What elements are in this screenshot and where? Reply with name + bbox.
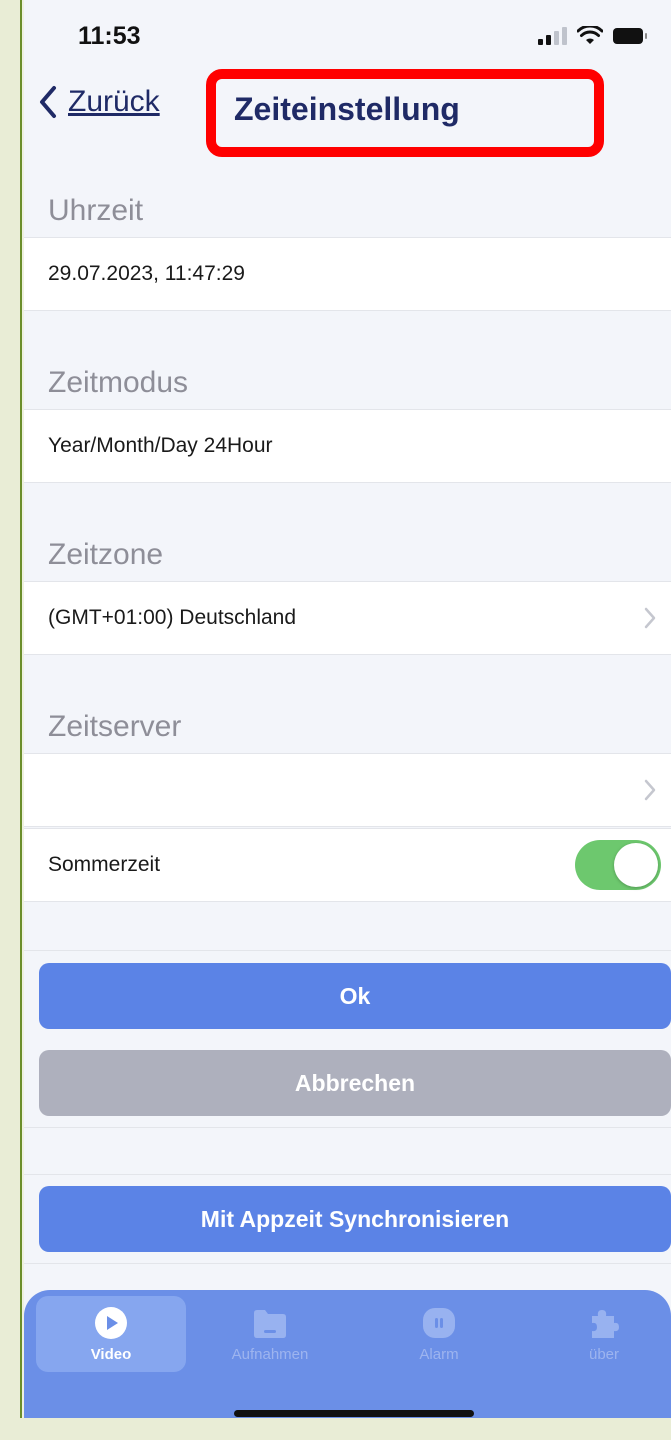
section-header-zeitmodus: Zeitmodus bbox=[48, 366, 189, 399]
zeitmodus-value: Year/Month/Day 24Hour bbox=[48, 434, 273, 457]
sommerzeit-row: Sommerzeit bbox=[24, 828, 671, 902]
divider bbox=[24, 1127, 671, 1128]
ok-button[interactable]: Ok bbox=[39, 963, 671, 1029]
puzzle-icon bbox=[592, 1310, 619, 1338]
nav-bar: Zurück Zeiteinstellung bbox=[24, 69, 671, 157]
uhrzeit-value: 29.07.2023, 11:47:29 bbox=[48, 262, 245, 285]
sync-app-time-button[interactable]: Mit Appzeit Synchronisieren bbox=[39, 1186, 671, 1252]
back-label: Zurück bbox=[68, 85, 160, 118]
cancel-button[interactable]: Abbrechen bbox=[39, 1050, 671, 1116]
tab-video[interactable]: Video bbox=[36, 1296, 186, 1372]
phone-screen: 11:53 Zurück Zeiteinstellung Uhrzeit 29.… bbox=[24, 0, 671, 1418]
sommerzeit-label: Sommerzeit bbox=[48, 853, 161, 876]
home-indicator bbox=[234, 1410, 474, 1417]
zeitzone-row[interactable]: (GMT+01:00) Deutschland bbox=[24, 581, 671, 655]
section-header-zeitserver: Zeitserver bbox=[48, 710, 182, 743]
zeitmodus-row[interactable]: Year/Month/Day 24Hour bbox=[24, 409, 671, 483]
status-icons bbox=[538, 26, 647, 46]
uhrzeit-row[interactable]: 29.07.2023, 11:47:29 bbox=[24, 237, 671, 311]
status-bar: 11:53 bbox=[24, 0, 671, 70]
page-title: Zeiteinstellung bbox=[234, 91, 460, 127]
signal-icon bbox=[538, 27, 567, 45]
tab-label-video: Video bbox=[90, 1346, 132, 1363]
zeitzone-value: (GMT+01:00) Deutschland bbox=[48, 606, 297, 629]
section-header-uhrzeit: Uhrzeit bbox=[48, 194, 144, 227]
tab-alarm[interactable]: Alarm bbox=[364, 1296, 514, 1372]
alarm-icon bbox=[423, 1308, 455, 1338]
divider bbox=[24, 950, 671, 951]
sommerzeit-toggle[interactable] bbox=[575, 840, 661, 890]
play-icon bbox=[95, 1307, 127, 1339]
tab-bar: Video Aufnahmen Alarm über bbox=[24, 1290, 671, 1418]
back-button[interactable]: Zurück bbox=[38, 85, 160, 119]
chevron-right-icon bbox=[644, 779, 656, 801]
tab-about[interactable]: über bbox=[529, 1296, 671, 1372]
tab-label-alarm: Alarm bbox=[419, 1346, 459, 1363]
chevron-right-icon bbox=[644, 607, 656, 629]
toggle-knob bbox=[614, 843, 658, 887]
folder-icon bbox=[254, 1310, 286, 1338]
divider bbox=[24, 1263, 671, 1264]
status-time: 11:53 bbox=[78, 22, 141, 50]
bottom-border-strip bbox=[0, 1418, 671, 1440]
tab-label-about: über bbox=[588, 1346, 620, 1363]
zeitserver-row[interactable] bbox=[24, 753, 671, 827]
divider bbox=[24, 1174, 671, 1175]
chevron-left-icon bbox=[40, 86, 56, 118]
wifi-icon bbox=[577, 26, 603, 44]
left-border-strip bbox=[0, 0, 22, 1440]
section-header-zeitzone: Zeitzone bbox=[48, 538, 164, 571]
tab-aufnahmen[interactable]: Aufnahmen bbox=[195, 1296, 345, 1372]
battery-icon bbox=[613, 28, 647, 44]
tab-label-aufnahmen: Aufnahmen bbox=[231, 1346, 309, 1363]
